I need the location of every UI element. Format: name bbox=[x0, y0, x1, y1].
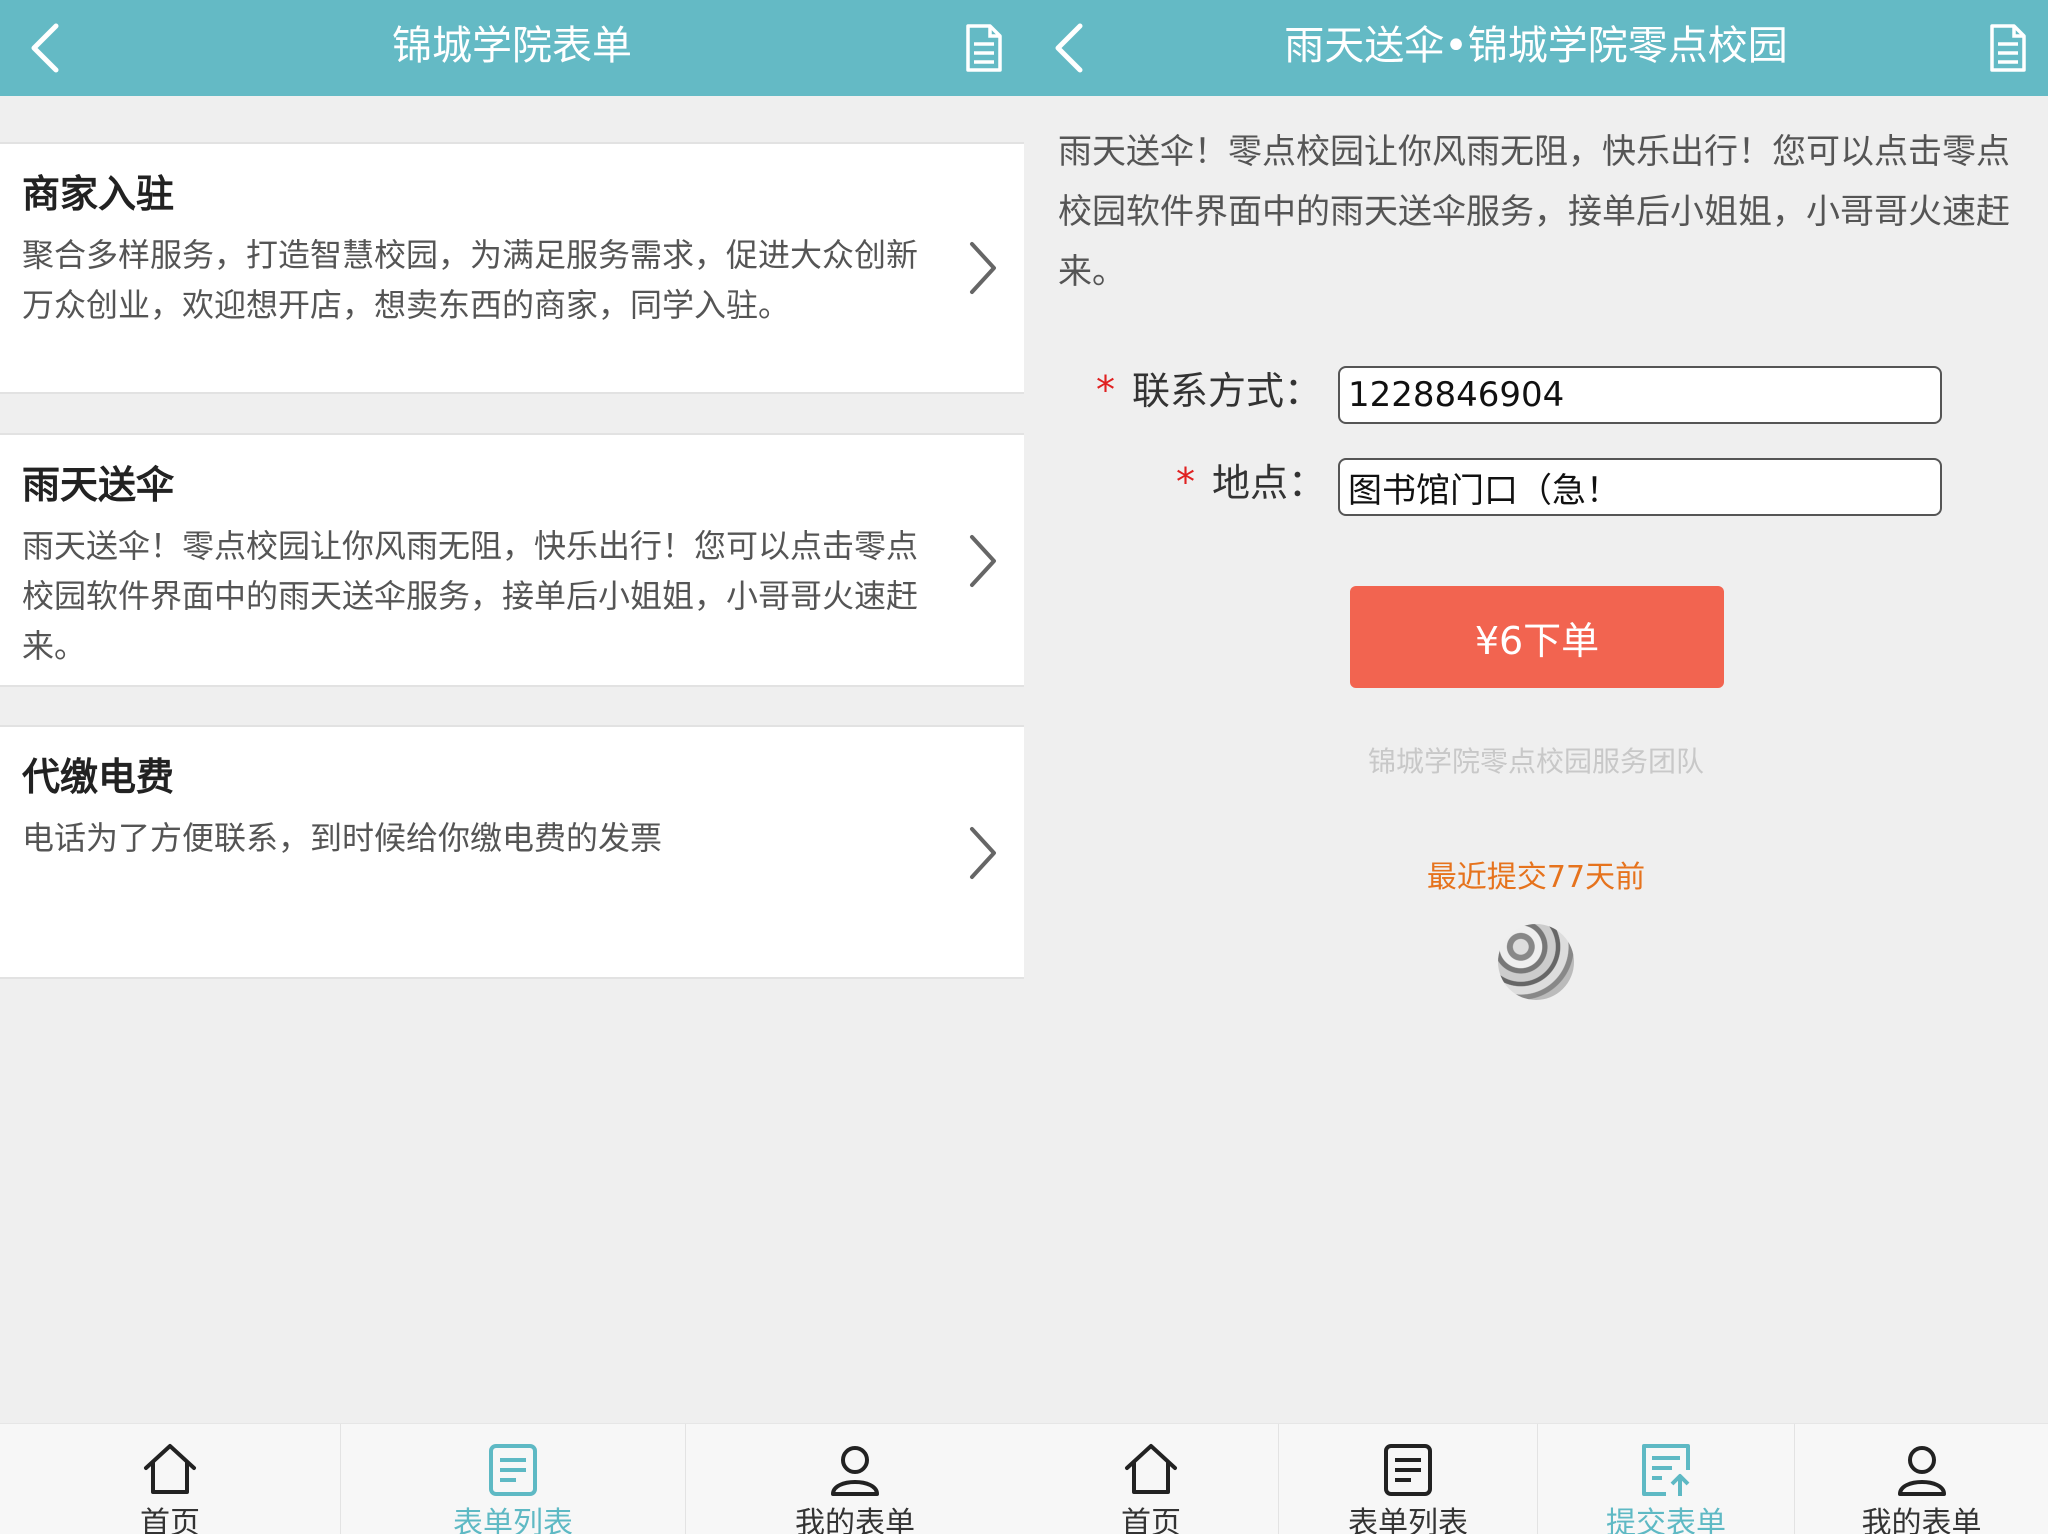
avatar bbox=[1498, 924, 1574, 1000]
form-intro-text: 雨天送伞！零点校园让你风雨无阻，快乐出行！您可以点击零点校园软件界面中的雨天送伞… bbox=[1058, 132, 2010, 292]
item-title: 代缴电费 bbox=[22, 755, 175, 799]
tab-label: 首页 bbox=[1121, 1506, 1181, 1534]
home-icon bbox=[144, 1444, 196, 1494]
item-description: 雨天送伞！零点校园让你风雨无阻，快乐出行！您可以点击零点校园软件界面中的雨天送伞… bbox=[22, 527, 919, 665]
tab-label: 我的表单 bbox=[795, 1506, 915, 1534]
submit-order-button[interactable]: ¥6下单 bbox=[1350, 586, 1724, 688]
form-list-screen: 锦城学院表单 商家入驻 聚合多样服务，打造智慧校园，为满足服务需求，促进大众创新… bbox=[0, 0, 1024, 1534]
required-asterisk: * bbox=[1176, 460, 1195, 504]
tab-submit-form[interactable]: 提交表单 bbox=[1538, 1424, 1794, 1534]
recent-submission-text: 最近提交77天前 bbox=[1426, 860, 1646, 895]
chevron-right-icon bbox=[970, 827, 996, 879]
submit-form-icon bbox=[1642, 1444, 1690, 1496]
item-description: 聚合多样服务，打造智慧校园，为满足服务需求，促进大众创新万众创业，欢迎想开店，想… bbox=[22, 236, 919, 324]
user-icon bbox=[831, 1446, 879, 1496]
header-bar: 锦城学院表单 bbox=[0, 0, 1024, 96]
bottom-tab-bar: 首页 表单列表 我的表单 bbox=[0, 1423, 1024, 1534]
home-icon bbox=[1125, 1444, 1177, 1494]
tab-form-list[interactable]: 表单列表 bbox=[1279, 1424, 1537, 1534]
item-description: 电话为了方便联系，到时候给你缴电费的发票 bbox=[22, 819, 663, 857]
document-icon[interactable] bbox=[962, 22, 1006, 74]
team-footer-text: 锦城学院零点校园服务团队 bbox=[1367, 745, 1704, 778]
contact-label: 联系方式： bbox=[1132, 369, 1323, 413]
tab-label: 表单列表 bbox=[1348, 1506, 1468, 1534]
item-title: 商家入驻 bbox=[22, 172, 175, 216]
list-icon bbox=[489, 1444, 537, 1496]
tab-home[interactable]: 首页 bbox=[0, 1424, 340, 1534]
tab-label: 提交表单 bbox=[1606, 1506, 1726, 1534]
document-icon[interactable] bbox=[1986, 22, 2030, 74]
item-title: 雨天送伞 bbox=[22, 463, 175, 507]
chevron-right-icon bbox=[970, 535, 996, 587]
list-item-umbrella[interactable]: 雨天送伞 雨天送伞！零点校园让你风雨无阻，快乐出行！您可以点击零点校园软件界面中… bbox=[0, 433, 1024, 687]
location-label: 地点： bbox=[1212, 461, 1327, 505]
tab-label: 我的表单 bbox=[1861, 1506, 1982, 1534]
tab-my-forms[interactable]: 我的表单 bbox=[1795, 1424, 2048, 1534]
required-asterisk: * bbox=[1096, 368, 1115, 412]
location-input[interactable] bbox=[1338, 458, 1942, 516]
umbrella-form-screen: 雨天送伞•锦城学院零点校园 雨天送伞！零点校园让你风雨无阻，快乐出行！您可以点击… bbox=[1024, 0, 2048, 1534]
list-icon bbox=[1384, 1444, 1432, 1496]
tab-label: 首页 bbox=[140, 1506, 200, 1534]
tab-label: 表单列表 bbox=[453, 1506, 573, 1534]
contact-input[interactable] bbox=[1338, 366, 1942, 424]
tab-my-forms[interactable]: 我的表单 bbox=[686, 1424, 1024, 1534]
tab-form-list[interactable]: 表单列表 bbox=[341, 1424, 685, 1534]
page-title: 锦城学院表单 bbox=[392, 23, 632, 69]
bottom-tab-bar: 首页 表单列表 提交表单 我的表单 bbox=[1024, 1423, 2048, 1534]
header-bar: 雨天送伞•锦城学院零点校园 bbox=[1024, 0, 2048, 96]
list-item-merchant[interactable]: 商家入驻 聚合多样服务，打造智慧校园，为满足服务需求，促进大众创新万众创业，欢迎… bbox=[0, 142, 1024, 394]
page-title: 雨天送伞•锦城学院零点校园 bbox=[1284, 23, 1788, 69]
tab-home[interactable]: 首页 bbox=[1024, 1424, 1278, 1534]
user-icon bbox=[1897, 1446, 1946, 1496]
list-item-electricity[interactable]: 代缴电费 电话为了方便联系，到时候给你缴电费的发票 bbox=[0, 725, 1024, 979]
chevron-right-icon bbox=[970, 242, 996, 294]
